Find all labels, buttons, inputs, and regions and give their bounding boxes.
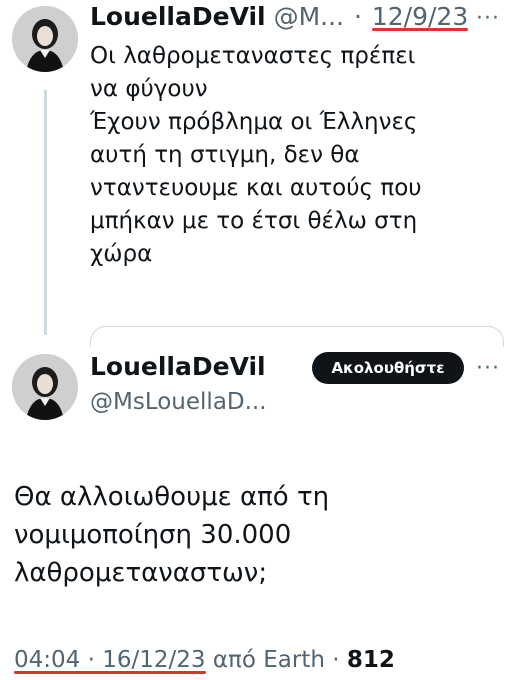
tweet-metadata: 04:04 · 16/12/23 από Earth · 812 (14, 644, 395, 676)
tweet-timestamp-annotated[interactable]: 04:04 · 16/12/23 (14, 647, 206, 673)
display-name[interactable]: LouellaDeVil (90, 350, 266, 384)
tweet-text: Θα αλλοιωθουμε από τη νομιμοποίηση 30.00… (14, 482, 330, 588)
user-handle[interactable]: @M... (274, 2, 344, 31)
user-handle[interactable]: @MsLouellaD... (90, 386, 267, 418)
tweet-time[interactable]: 04:04 (14, 647, 80, 673)
display-name[interactable]: LouellaDeVil (90, 2, 266, 31)
more-options-icon[interactable]: ··· (476, 358, 500, 380)
view-count: 812 (346, 647, 395, 673)
quoted-tweet-card[interactable] (90, 326, 504, 347)
avatar-image (12, 354, 78, 420)
separator-dot: · (353, 2, 362, 31)
tweet-date[interactable]: 12/9/23 (372, 2, 468, 31)
more-options-icon[interactable]: ··· (476, 8, 500, 30)
thread-connector-line (44, 90, 47, 335)
avatar[interactable] (12, 354, 78, 420)
follow-button[interactable]: Ακολουθήστε (312, 352, 464, 384)
separator-dot: · (332, 647, 340, 673)
tweet-header: LouellaDeVil @M... · 12/9/23 (90, 0, 468, 34)
separator-dot: · (87, 647, 95, 673)
avatar-image (12, 6, 78, 72)
avatar[interactable] (12, 6, 78, 72)
tweet-text: Οι λαθρομεταναστες πρέπει να φύγουν Έχου… (90, 43, 422, 267)
tweet-date[interactable]: 16/12/23 (102, 647, 205, 673)
tweet-source: από Earth (212, 647, 325, 673)
